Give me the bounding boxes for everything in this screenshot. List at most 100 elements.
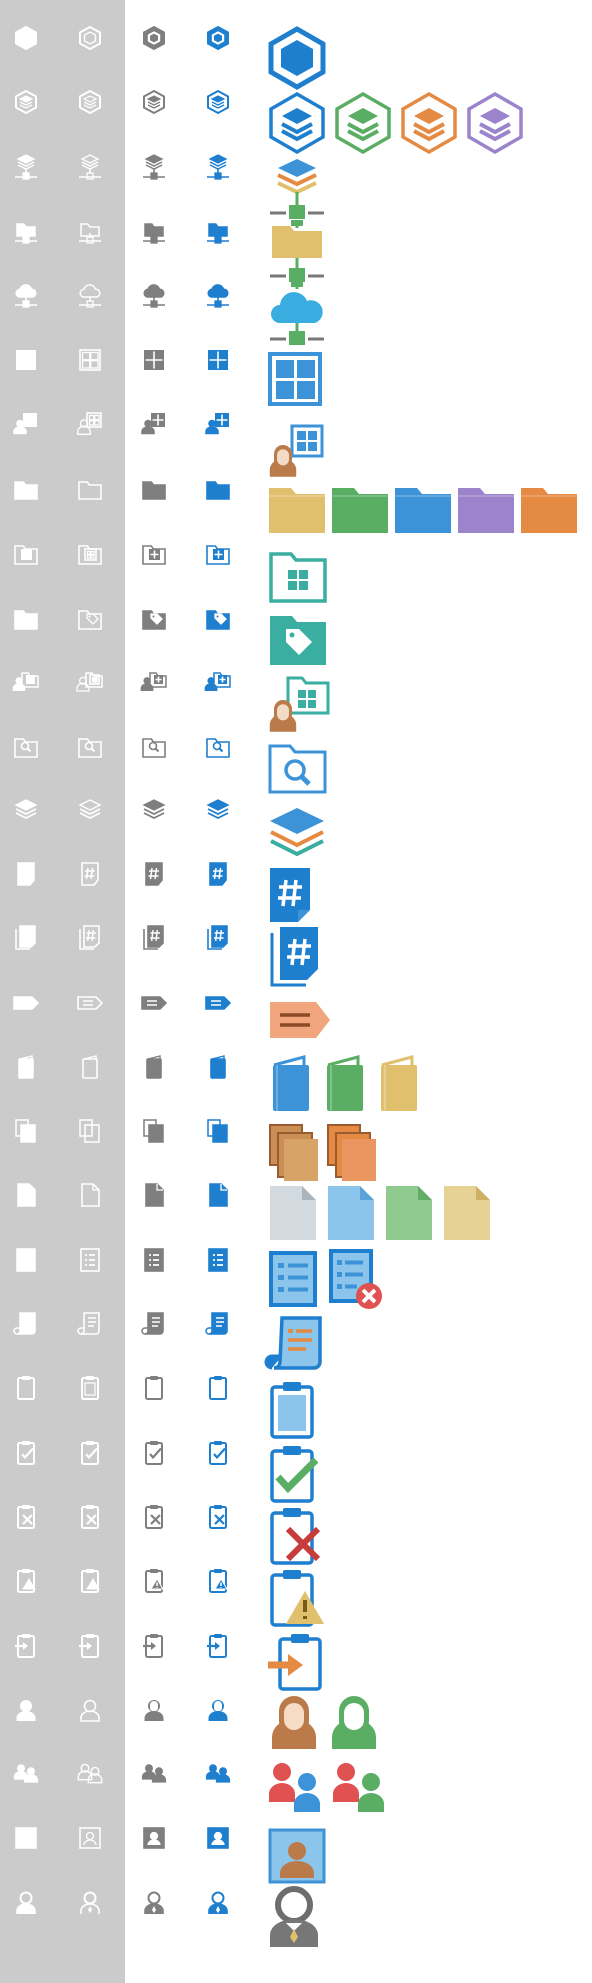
hash-document-blue-icon <box>203 859 233 889</box>
folder-sand-icon <box>268 486 326 534</box>
user-tie-white-outline-icon <box>75 1888 105 1918</box>
folder-grid-white-outline-icon <box>75 537 105 567</box>
folder-grid-blue-icon <box>203 537 233 567</box>
user-folder-grid-gray-icon <box>139 666 169 696</box>
list-document-white-filled-icon <box>11 1245 41 1275</box>
folder-network-white-outline-icon <box>75 216 105 246</box>
hash-documents-white-outline-icon <box>75 923 105 953</box>
scroll-list-blue-icon <box>203 1309 233 1339</box>
user-card-white-outline-icon <box>75 1823 105 1853</box>
clipboard-import-blue-icon <box>203 1631 233 1661</box>
scroll-list-gray-icon <box>139 1309 169 1339</box>
taglabel-color-icon <box>268 1000 332 1040</box>
grid-color-icon <box>268 352 324 408</box>
folder-grid-gray-icon <box>139 537 169 567</box>
clipboard-warning-blue-icon <box>203 1566 233 1596</box>
hash-document-white-outline-icon <box>75 859 105 889</box>
grid-window-gray-icon <box>139 345 169 375</box>
scroll-list-white-filled-icon <box>11 1309 41 1339</box>
user-blue-icon <box>203 1695 233 1725</box>
doc-blue-icon <box>326 1184 376 1242</box>
clipx-color-icon <box>268 1507 324 1565</box>
layersnet-color-icon <box>268 157 326 221</box>
tag-label-white-outline-icon <box>75 988 105 1018</box>
foldertag-color-icon <box>268 613 328 667</box>
clipboard-cross-blue-icon <box>203 1502 233 1532</box>
hashdoc-color-icon <box>268 866 318 924</box>
doc-gray-icon <box>268 1184 318 1242</box>
clipcheck-color-icon <box>268 1445 326 1503</box>
clip-color-icon <box>268 1381 316 1439</box>
list-document-white-outline-icon <box>75 1245 105 1275</box>
hash-document-white-filled-icon <box>11 859 41 889</box>
books-orange-icon <box>326 1123 376 1181</box>
users-red-blue-icon <box>268 1762 324 1812</box>
foldersearch-color-icon <box>268 743 328 795</box>
doc-green-icon <box>384 1184 434 1242</box>
folder-blue-icon <box>203 473 233 503</box>
cloud-network-white-filled-icon <box>11 280 41 310</box>
cloudnet-color-icon <box>268 281 326 347</box>
clipboard-white-filled-icon <box>11 1373 41 1403</box>
hash-documents-white-filled-icon <box>11 923 41 953</box>
user-grid-gray-icon <box>139 409 169 439</box>
clipboard-warning-gray-icon <box>139 1566 169 1596</box>
user-card-white-filled-icon <box>11 1823 41 1853</box>
folder-white-outline-icon <box>75 473 105 503</box>
folder-green-icon <box>331 486 389 534</box>
scroll-list-white-outline-icon <box>75 1309 105 1339</box>
user-grid-white-outline-icon <box>75 409 105 439</box>
users-white-outline-icon <box>75 1759 105 1789</box>
tag-label-gray-icon <box>139 988 169 1018</box>
user-white-outline-icon <box>75 1695 105 1725</box>
layered-hexagon-blue-icon <box>203 87 233 117</box>
clipboard-check-white-filled-icon <box>11 1438 41 1468</box>
cloud-network-gray-icon <box>139 280 169 310</box>
hash-documents-gray-icon <box>139 923 169 953</box>
clipboard-import-gray-icon <box>139 1631 169 1661</box>
layers-color-icon <box>268 806 326 862</box>
book-green-icon <box>322 1055 368 1113</box>
clipboard-cross-white-outline-icon <box>75 1502 105 1532</box>
clipboard-import-white-filled-icon <box>11 1631 41 1661</box>
clipboard-cross-white-filled-icon <box>11 1502 41 1532</box>
folder-network-blue-icon <box>203 216 233 246</box>
clipwarn-color-icon <box>268 1569 326 1627</box>
users-white-filled-icon <box>11 1759 41 1789</box>
books-sand-icon <box>268 1123 318 1181</box>
hexstack-blue-icon <box>268 91 326 155</box>
usergrid-color-icon <box>268 424 324 480</box>
hex-color-icon <box>268 26 326 90</box>
user-folder-grid-white-outline-icon <box>75 666 105 696</box>
clipboard-check-blue-icon <box>203 1438 233 1468</box>
grid-window-white-outline-icon <box>75 345 105 375</box>
usercard-color-icon <box>268 1828 326 1884</box>
folder-white-filled-icon <box>11 473 41 503</box>
hash-documents-blue-icon <box>203 923 233 953</box>
tag-label-white-filled-icon <box>11 988 41 1018</box>
hexstack-orange-icon <box>400 91 458 155</box>
books-white-outline-icon <box>75 1116 105 1146</box>
user-card-gray-icon <box>139 1823 169 1853</box>
folder-orange-icon <box>520 486 578 534</box>
foldergrid-color-icon <box>268 550 328 604</box>
user-folder-grid-white-filled-icon <box>11 666 41 696</box>
usertie-color-icon <box>268 1885 320 1947</box>
folder-network-white-filled-icon <box>11 216 41 246</box>
user-orange-icon <box>268 1691 320 1753</box>
doc-sand-icon <box>442 1184 492 1242</box>
list-document-gray-icon <box>139 1245 169 1275</box>
hexagon-gray-icon <box>139 23 169 53</box>
clipboard-check-gray-icon <box>139 1438 169 1468</box>
hexagon-white-filled-icon <box>11 23 41 53</box>
book-blue-icon <box>268 1055 314 1113</box>
layers-white-outline-icon <box>75 795 105 825</box>
grid-window-blue-icon <box>203 345 233 375</box>
users-gray-icon <box>139 1759 169 1789</box>
user-tie-gray-icon <box>139 1888 169 1918</box>
user-grid-blue-icon <box>203 409 233 439</box>
folder-search-blue-icon <box>203 730 233 760</box>
clipboard-import-white-outline-icon <box>75 1631 105 1661</box>
hexstack-green-icon <box>334 91 392 155</box>
list-document-blue-icon <box>203 1245 233 1275</box>
